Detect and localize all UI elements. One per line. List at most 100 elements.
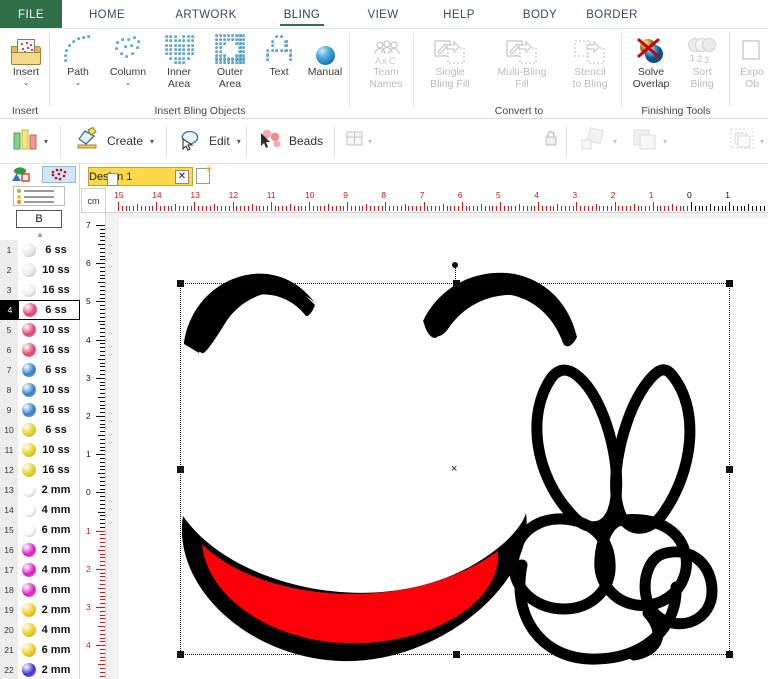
ribbon-tab-file[interactable]: FILE — [0, 0, 62, 29]
ribbon-button-sort-bling[interactable]: 1 2 3 Sort Bling — [678, 31, 726, 101]
beads-button[interactable]: Beads — [254, 125, 327, 157]
chevron-down-icon[interactable]: ▾ — [368, 137, 372, 145]
stone-row[interactable]: 21 6 mm — [0, 640, 80, 660]
stone-group-button[interactable]: B — [16, 210, 62, 228]
stone-color-swatch[interactable] — [22, 563, 36, 577]
group-button[interactable]: ▾ — [726, 125, 768, 157]
stone-color-swatch[interactable] — [22, 443, 36, 457]
grid-snap-button[interactable]: ▾ — [342, 125, 376, 157]
stone-row[interactable]: 20 4 mm — [0, 620, 80, 640]
stone-color-swatch[interactable] — [22, 423, 36, 437]
ruler-unit-label[interactable]: cm — [81, 188, 106, 213]
stone-color-swatch[interactable] — [22, 583, 36, 597]
selection-handle-e[interactable] — [726, 466, 733, 473]
ribbon-button-single-bling-fill[interactable]: Single Bling Fill — [418, 31, 482, 101]
stone-row[interactable]: 13 2 mm — [0, 480, 80, 500]
stone-row[interactable]: 22 2 mm — [0, 660, 80, 679]
close-icon[interactable]: ✕ — [175, 169, 189, 184]
stone-row[interactable]: 10 6 ss — [0, 420, 80, 440]
create-button[interactable]: Create ▾ — [72, 125, 158, 157]
stone-color-swatch[interactable] — [22, 343, 36, 357]
stone-color-swatch[interactable] — [22, 463, 36, 477]
chevron-down-icon[interactable]: ▾ — [760, 137, 764, 145]
ribbon-button-text[interactable]: Text — [253, 31, 305, 101]
stone-row[interactable]: 2 10 ss — [0, 260, 80, 280]
chevron-down-icon[interactable]: ▾ — [663, 137, 667, 145]
chevron-down-icon[interactable]: ▾ — [150, 137, 154, 145]
stone-row[interactable]: 15 6 mm — [0, 520, 80, 540]
stone-row[interactable]: 14 4 mm — [0, 500, 80, 520]
stone-row[interactable]: 12 16 ss — [0, 460, 80, 480]
chevron-down-icon[interactable]: ⌄ — [23, 78, 30, 86]
rotate-button[interactable]: ▾ — [576, 125, 621, 157]
lock-aspect-button[interactable] — [540, 125, 562, 157]
rotation-handle[interactable] — [452, 262, 458, 268]
stone-color-swatch[interactable] — [22, 603, 36, 617]
horizontal-ruler[interactable]: 15 14 13 12 11 10 9 8 7 6 5 4 3 2 1 0 1 — [106, 188, 768, 213]
stone-row[interactable]: 11 10 ss — [0, 440, 80, 460]
scroll-up-icon[interactable]: ▲ — [0, 230, 80, 239]
stone-color-swatch[interactable] — [22, 283, 36, 297]
chevron-down-icon[interactable]: ⌄ — [125, 78, 132, 86]
stone-row[interactable]: 5 10 ss — [0, 320, 80, 340]
ribbon-tab-artwork[interactable]: ARTWORK — [158, 0, 254, 29]
stone-row[interactable]: 18 6 mm — [0, 580, 80, 600]
sidebar-tab-bling[interactable] — [42, 166, 76, 183]
edit-button[interactable]: Edit ▾ — [174, 125, 245, 157]
stone-color-swatch[interactable] — [22, 543, 36, 557]
selection-handle-nw[interactable] — [177, 280, 184, 287]
ribbon-button-column[interactable]: Column ⌄ — [102, 31, 154, 101]
stone-color-swatch[interactable] — [22, 403, 36, 417]
ribbon-button-export-objects[interactable]: Expo Ob — [730, 31, 768, 101]
stone-color-swatch[interactable] — [22, 643, 36, 657]
stone-row[interactable]: 1 6 ss — [0, 240, 80, 260]
selection-handle-se[interactable] — [726, 651, 733, 658]
stone-color-swatch[interactable] — [22, 383, 36, 397]
ribbon-button-team-names[interactable]: A B C Team Names — [360, 31, 412, 101]
selection-handle-sw[interactable] — [177, 651, 184, 658]
stone-row[interactable]: 3 16 ss — [0, 280, 80, 300]
stone-color-swatch[interactable] — [22, 243, 36, 257]
ribbon-tab-home[interactable]: HOME — [62, 0, 152, 29]
stone-row[interactable]: 7 6 ss — [0, 360, 80, 380]
chevron-down-icon[interactable]: ▾ — [237, 137, 241, 145]
stone-row[interactable]: 9 16 ss — [0, 400, 80, 420]
stone-color-swatch[interactable] — [22, 483, 36, 497]
ribbon-tab-body[interactable]: BODY — [504, 0, 576, 29]
stone-row[interactable]: 19 2 mm — [0, 600, 80, 620]
arrange-button[interactable]: ▾ — [628, 125, 671, 157]
stone-row[interactable]: 17 4 mm — [0, 560, 80, 580]
ribbon-button-stencil-to-bling[interactable]: Stencil to Bling — [562, 31, 618, 101]
stone-color-swatch[interactable] — [22, 523, 36, 537]
chevron-down-icon[interactable]: ⌄ — [75, 78, 82, 86]
stone-color-swatch[interactable] — [22, 323, 36, 337]
ribbon-tab-border[interactable]: BORDER — [572, 0, 652, 29]
stone-row[interactable]: 6 16 ss — [0, 340, 80, 360]
stone-color-swatch[interactable] — [23, 303, 37, 317]
ribbon-button-solve-overlap[interactable]: Solve Overlap — [626, 31, 676, 101]
vertical-ruler[interactable]: 7 6 5 4 3 2 1 0 1 2 3 4 — [81, 213, 106, 679]
stone-color-swatch[interactable] — [22, 623, 36, 637]
stone-row[interactable]: 8 10 ss — [0, 380, 80, 400]
ribbon-button-insert[interactable]: Insert ⌄ — [0, 31, 52, 101]
selection-handle-w[interactable] — [177, 466, 184, 473]
selection-handle-ne[interactable] — [726, 280, 733, 287]
stone-row[interactable]: 4 6 ss — [0, 300, 80, 320]
ribbon-button-multi-bling-fill[interactable]: Multi-Bling Fill — [488, 31, 556, 101]
document-tab-design1[interactable]: Design 1 ✕ — [88, 167, 193, 186]
ribbon-button-manual[interactable]: Manual — [299, 31, 351, 101]
bead-stacks-button[interactable]: ▾ — [8, 125, 52, 157]
selection-handle-s[interactable] — [453, 651, 460, 658]
chevron-down-icon[interactable]: ▾ — [44, 137, 48, 145]
stone-color-swatch[interactable] — [22, 503, 36, 517]
stone-color-swatch[interactable] — [22, 663, 36, 677]
chevron-down-icon[interactable]: ▾ — [613, 137, 617, 145]
stone-row[interactable]: 16 2 mm — [0, 540, 80, 560]
stone-color-swatch[interactable] — [22, 263, 36, 277]
ribbon-tab-view[interactable]: VIEW — [348, 0, 418, 29]
new-document-button[interactable] — [196, 164, 212, 184]
ribbon-button-inner-area[interactable]: Inner Area — [153, 31, 205, 101]
ribbon-tab-bling[interactable]: BLING — [262, 0, 342, 29]
ribbon-button-outer-area[interactable]: Outer Area — [204, 31, 256, 101]
stone-color-swatch[interactable] — [22, 363, 36, 377]
